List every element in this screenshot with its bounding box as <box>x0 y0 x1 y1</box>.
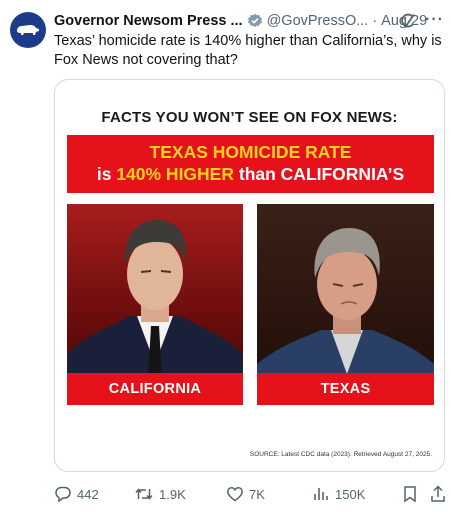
grok-icon[interactable] <box>400 13 416 33</box>
like-count: 7K <box>249 486 265 502</box>
texas-label: TEXAS <box>257 373 434 405</box>
tweet-actions: 442 1.9K 7K 150K <box>54 483 446 505</box>
avatar[interactable] <box>10 12 46 48</box>
banner-line-2: is 140% HIGHER than CALIFORNIA’S <box>67 163 434 185</box>
bookmark-icon <box>404 486 416 503</box>
bear-avatar-icon <box>17 25 39 35</box>
like-icon <box>227 486 243 502</box>
more-icon[interactable]: ··· <box>425 11 444 29</box>
california-label: CALIFORNIA <box>67 373 243 405</box>
bookmark-button[interactable] <box>402 485 418 503</box>
reply-count: 442 <box>77 486 99 502</box>
media-title: FACTS YOU WON’T SEE ON FOX NEWS: <box>101 109 398 126</box>
source-note: SOURCE: Latest CDC data (2023). Retrieve… <box>249 451 432 458</box>
tweet-header: Governor Newsom Press ... @GovPressO... … <box>54 11 444 31</box>
banner-prefix: is <box>96 164 117 184</box>
views-count: 150K <box>335 486 366 502</box>
tweet-text: Texas’ homicide rate is 140% higher than… <box>54 33 442 68</box>
repost-button[interactable]: 1.9K <box>134 485 186 503</box>
headline-banner: TEXAS HOMICIDE RATE is 140% HIGHER than … <box>67 135 434 193</box>
author-name[interactable]: Governor Newsom Press ... <box>54 13 243 29</box>
author-handle[interactable]: @GovPressO... <box>267 13 369 29</box>
views-button[interactable]: 150K <box>312 485 365 503</box>
repost-icon <box>135 488 153 500</box>
banner-line-1: TEXAS HOMICIDE RATE <box>149 142 352 162</box>
verified-badge-icon <box>247 13 263 29</box>
share-icon <box>431 485 445 502</box>
reply-button[interactable]: 442 <box>54 485 99 503</box>
banner-highlight: 140% HIGHER <box>116 164 234 184</box>
banner-suffix: than CALIFORNIA’S <box>234 164 405 184</box>
like-button[interactable]: 7K <box>226 485 265 503</box>
repost-count: 1.9K <box>159 486 186 502</box>
separator-dot: · <box>372 13 378 29</box>
reply-icon <box>55 486 71 503</box>
tweet-media[interactable]: FACTS YOU WON’T SEE ON FOX NEWS: TEXAS H… <box>54 79 445 472</box>
share-button[interactable] <box>430 485 446 503</box>
views-icon <box>314 488 328 500</box>
